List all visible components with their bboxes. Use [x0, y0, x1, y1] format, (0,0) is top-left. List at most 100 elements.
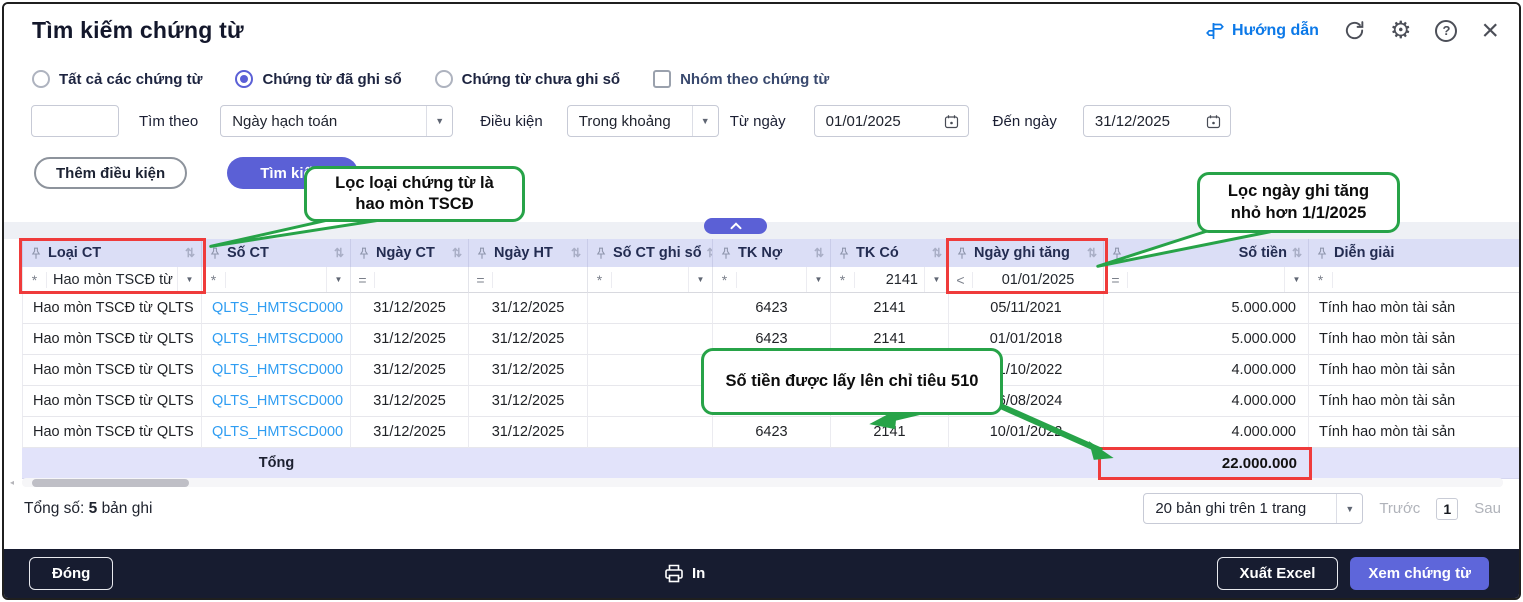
radio-unposted-documents[interactable]: Chứng từ chưa ghi sổ	[435, 70, 620, 88]
chevron-down-icon[interactable]: ▼	[326, 267, 350, 292]
filter-operator[interactable]: *	[23, 272, 47, 288]
chevron-down-icon[interactable]: ▼	[806, 267, 830, 292]
pin-icon[interactable]	[477, 247, 487, 260]
pin-icon[interactable]	[359, 247, 369, 260]
document-link[interactable]: QLTS_HMTSCD000	[202, 417, 351, 448]
search-button[interactable]: Tìm kiếm	[227, 157, 358, 189]
search-criteria-row: Tìm theo Ngày hạch toán ▼ Điều kiện Tron…	[4, 105, 1519, 137]
printer-icon	[664, 564, 684, 583]
find-by-select[interactable]: Ngày hạch toán ▼	[220, 105, 453, 137]
export-excel-button[interactable]: Xuất Excel	[1217, 557, 1339, 590]
collapse-panel-button[interactable]	[704, 218, 767, 234]
filter-operator[interactable]: *	[713, 272, 737, 288]
add-condition-button[interactable]: Thêm điều kiện	[34, 157, 187, 189]
pin-icon[interactable]	[31, 247, 41, 260]
filter-operator[interactable]: =	[351, 272, 375, 288]
column-header[interactable]: Loại CT⇅	[22, 239, 202, 267]
filter-cell[interactable]: *Hao mòn TSCĐ từ▼	[22, 267, 202, 293]
chevron-down-icon[interactable]: ▼	[688, 267, 712, 292]
filter-operator[interactable]: *	[1309, 272, 1333, 288]
column-header[interactable]: Diễn giải	[1309, 239, 1521, 267]
view-document-button[interactable]: Xem chứng từ	[1350, 557, 1489, 590]
page-size-select[interactable]: 20 bản ghi trên 1 trang ▼	[1143, 493, 1363, 524]
sort-icon[interactable]: ⇅	[571, 246, 581, 260]
to-date-input[interactable]: 31/12/2025	[1083, 105, 1231, 137]
column-header[interactable]: Ngày ghi tăng⇅	[949, 239, 1104, 267]
document-link[interactable]: QLTS_HMTSCD000	[202, 355, 351, 386]
table-row[interactable]: Hao mòn TSCĐ từ QLTSQLTS_HMTSCD00031/12/…	[22, 355, 1521, 386]
pin-icon[interactable]	[596, 247, 606, 260]
column-header[interactable]: Số CT ghi sổ⇅	[588, 239, 713, 267]
close-button[interactable]: Đóng	[29, 557, 113, 590]
sort-icon[interactable]: ⇅	[1292, 246, 1302, 260]
table-row[interactable]: Hao mòn TSCĐ từ QLTSQLTS_HMTSCD00031/12/…	[22, 417, 1521, 448]
pin-icon[interactable]	[1112, 247, 1122, 260]
filter-cell[interactable]: *▼	[713, 267, 831, 293]
filter-operator[interactable]: *	[588, 272, 612, 288]
column-header[interactable]: Ngày CT⇅	[351, 239, 469, 267]
column-header[interactable]: Ngày HT⇅	[469, 239, 588, 267]
document-link[interactable]: QLTS_HMTSCD000	[202, 324, 351, 355]
filter-operator[interactable]: =	[1104, 272, 1128, 288]
pin-icon[interactable]	[1317, 247, 1327, 260]
column-header[interactable]: TK Nợ⇅	[713, 239, 831, 267]
refresh-icon[interactable]	[1343, 19, 1366, 42]
filter-operator[interactable]: <	[949, 272, 973, 288]
guide-link[interactable]: Hướng dẫn	[1205, 21, 1319, 41]
sort-icon[interactable]: ⇅	[932, 246, 942, 260]
table-row[interactable]: Hao mòn TSCĐ từ QLTSQLTS_HMTSCD00031/12/…	[22, 293, 1521, 324]
calendar-icon[interactable]	[944, 114, 959, 129]
radio-icon	[32, 70, 50, 88]
column-header[interactable]: Số CT⇅	[202, 239, 351, 267]
horizontal-scrollbar[interactable]: ◂	[22, 478, 1503, 487]
chevron-down-icon[interactable]: ▼	[924, 267, 948, 292]
pin-icon[interactable]	[957, 247, 967, 260]
filter-value[interactable]: Hao mòn TSCĐ từ	[47, 272, 177, 288]
table-row[interactable]: Hao mòn TSCĐ từ QLTSQLTS_HMTSCD00031/12/…	[22, 324, 1521, 355]
column-header[interactable]: TK Có⇅	[831, 239, 949, 267]
scroll-left-icon[interactable]: ◂	[10, 478, 14, 487]
filter-cell[interactable]: =▼	[1104, 267, 1309, 293]
chevron-down-icon[interactable]: ▼	[1284, 267, 1308, 292]
sort-icon[interactable]: ⇅	[1087, 246, 1097, 260]
condition-select[interactable]: Trong khoảng ▼	[567, 105, 719, 137]
filter-cell[interactable]: *▼	[588, 267, 713, 293]
current-page-box[interactable]: 1	[1436, 498, 1458, 520]
filter-operator[interactable]: *	[831, 272, 855, 288]
chevron-down-icon[interactable]: ▼	[177, 267, 201, 292]
settings-icon[interactable]: ⚙	[1390, 16, 1412, 45]
document-link[interactable]: QLTS_HMTSCD000	[202, 293, 351, 324]
radio-all-documents[interactable]: Tất cả các chứng từ	[32, 70, 202, 88]
prev-page-button[interactable]: Trước	[1379, 500, 1420, 517]
next-page-button[interactable]: Sau	[1474, 500, 1501, 517]
column-header[interactable]: Số tiền⇅	[1104, 239, 1309, 267]
from-date-input[interactable]: 01/01/2025	[814, 105, 969, 137]
pin-icon[interactable]	[721, 247, 731, 260]
calendar-icon[interactable]	[1206, 114, 1221, 129]
help-icon[interactable]: ?	[1435, 20, 1457, 42]
filter-cell[interactable]: =	[469, 267, 588, 293]
filter-value[interactable]: 01/01/2025	[973, 272, 1103, 288]
filter-operator[interactable]: *	[202, 272, 226, 288]
document-link[interactable]: QLTS_HMTSCD000	[202, 386, 351, 417]
print-button[interactable]: In	[664, 564, 705, 583]
sort-icon[interactable]: ⇅	[334, 246, 344, 260]
pin-icon[interactable]	[839, 247, 849, 260]
filter-cell[interactable]: *	[1309, 267, 1521, 293]
filter-cell[interactable]: <01/01/2025	[949, 267, 1104, 293]
sort-icon[interactable]: ⇅	[452, 246, 462, 260]
filter-cell[interactable]: *▼	[202, 267, 351, 293]
filter-operator[interactable]: =	[469, 272, 493, 288]
table-row[interactable]: Hao mòn TSCĐ từ QLTSQLTS_HMTSCD00031/12/…	[22, 386, 1521, 417]
pin-icon[interactable]	[210, 247, 220, 260]
radio-posted-documents[interactable]: Chứng từ đã ghi sổ	[235, 70, 401, 88]
close-icon[interactable]: ×	[1481, 20, 1499, 42]
filter-cell[interactable]: *2141▼	[831, 267, 949, 293]
sort-icon[interactable]: ⇅	[814, 246, 824, 260]
filter-cell[interactable]: =	[351, 267, 469, 293]
checkbox-group-by-document[interactable]: Nhóm theo chứng từ	[653, 70, 829, 88]
scrollbar-thumb[interactable]	[32, 479, 189, 487]
filter-value[interactable]: 2141	[855, 272, 924, 288]
blank-input[interactable]	[31, 105, 119, 137]
sort-icon[interactable]: ⇅	[185, 246, 195, 260]
